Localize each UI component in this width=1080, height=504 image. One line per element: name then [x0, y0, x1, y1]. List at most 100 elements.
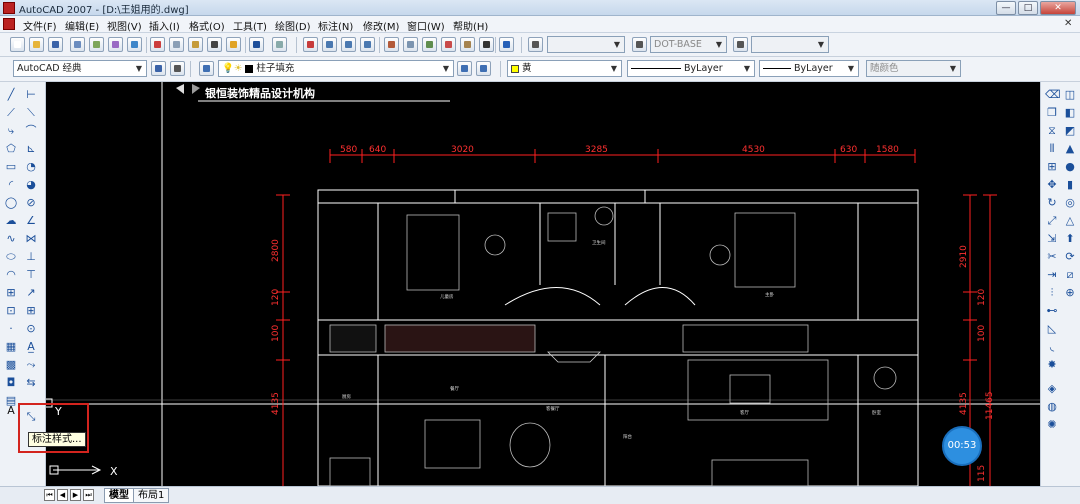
- zoom-window-icon[interactable]: [341, 37, 356, 52]
- aligned-dim-icon[interactable]: ⟍: [24, 106, 38, 120]
- make-current-layer-icon[interactable]: [457, 61, 472, 76]
- menu-format[interactable]: 格式(O): [189, 18, 225, 33]
- break-icon[interactable]: ⫶: [1045, 286, 1059, 300]
- help-icon[interactable]: [499, 37, 514, 52]
- menu-window[interactable]: 窗口(W): [407, 18, 445, 33]
- arc-icon[interactable]: ◜: [4, 178, 18, 192]
- undo-icon[interactable]: [249, 37, 264, 52]
- match-properties-icon[interactable]: [207, 37, 222, 52]
- menu-help[interactable]: 帮助(H): [453, 18, 488, 33]
- mirror-icon[interactable]: ⧖: [1045, 124, 1059, 138]
- first-tab-icon[interactable]: ⏮: [44, 489, 55, 501]
- redo-icon[interactable]: [272, 37, 287, 52]
- block-editor-icon[interactable]: [226, 37, 241, 52]
- make-block-icon[interactable]: ⊡: [4, 304, 18, 318]
- pyramid-icon[interactable]: △: [1063, 214, 1077, 228]
- move-icon[interactable]: ✥: [1045, 178, 1059, 192]
- arc-length-icon[interactable]: ⌒: [24, 124, 38, 138]
- tab-layout1[interactable]: 布局1: [133, 488, 170, 503]
- join-icon[interactable]: ⊷: [1045, 304, 1059, 318]
- construction-line-icon[interactable]: ⟋: [4, 106, 18, 120]
- tolerance-icon[interactable]: ⊞: [24, 304, 38, 318]
- extend-icon[interactable]: ⇥: [1045, 268, 1059, 282]
- gradient-icon[interactable]: ▩: [4, 358, 18, 372]
- box-icon[interactable]: ◧: [1063, 106, 1077, 120]
- menu-dimension[interactable]: 标注(N): [318, 18, 353, 33]
- dim-text-edit-icon[interactable]: ⤳: [24, 358, 38, 372]
- tab-model[interactable]: 模型: [104, 488, 134, 503]
- offset-icon[interactable]: ⫴: [1045, 142, 1059, 156]
- polyline-icon[interactable]: ⤷: [4, 124, 18, 138]
- restore-button[interactable]: □: [1018, 1, 1038, 15]
- trim-icon[interactable]: ✂: [1045, 250, 1059, 264]
- dim-edit-icon[interactable]: A̲: [24, 340, 38, 354]
- baseline-icon[interactable]: ⊥: [24, 250, 38, 264]
- table-style-select[interactable]: ▼: [751, 36, 829, 53]
- point-icon[interactable]: ·: [4, 322, 18, 336]
- close-button[interactable]: ✕: [1040, 1, 1076, 15]
- workspace-settings-icon[interactable]: [151, 61, 166, 76]
- angular-icon[interactable]: ∠: [24, 214, 38, 228]
- materials-icon[interactable]: ◍: [1045, 400, 1059, 414]
- polygon-icon[interactable]: ⬠: [4, 142, 18, 156]
- hatch-icon[interactable]: ▦: [4, 340, 18, 354]
- 3d-dwf-icon[interactable]: [127, 37, 142, 52]
- dim-style-select[interactable]: DOT-BASE ▼: [650, 36, 727, 53]
- ellipse-icon[interactable]: ⬭: [4, 250, 18, 264]
- menu-insert[interactable]: 插入(I): [149, 18, 180, 33]
- copy-object-icon[interactable]: ❐: [1045, 106, 1059, 120]
- center-mark-icon[interactable]: ⊙: [24, 322, 38, 336]
- copy-icon[interactable]: [169, 37, 184, 52]
- cut-icon[interactable]: [150, 37, 165, 52]
- linetype-select[interactable]: ByLayer ▼: [627, 60, 755, 77]
- wedge-icon[interactable]: ◩: [1063, 124, 1077, 138]
- text-style-select[interactable]: ▼: [547, 36, 625, 53]
- menu-file[interactable]: 文件(F): [23, 18, 57, 33]
- dim-update-icon[interactable]: ⇆: [24, 376, 38, 390]
- quickcalc-icon[interactable]: [479, 37, 494, 52]
- save-icon[interactable]: [48, 37, 63, 52]
- explode-icon[interactable]: ✸: [1045, 358, 1059, 372]
- sphere-icon[interactable]: ●: [1063, 160, 1077, 174]
- doc-close-icon[interactable]: ✕: [1064, 18, 1072, 29]
- quick-dim-icon[interactable]: ⋈: [24, 232, 38, 246]
- open-icon[interactable]: [29, 37, 44, 52]
- render-icon[interactable]: ◈: [1045, 382, 1059, 396]
- design-center-icon[interactable]: [403, 37, 418, 52]
- jogged-icon[interactable]: ◕: [24, 178, 38, 192]
- minimize-button[interactable]: —: [996, 1, 1016, 15]
- new-icon[interactable]: [10, 37, 25, 52]
- menu-view[interactable]: 视图(V): [107, 18, 142, 33]
- text-style-icon[interactable]: [528, 37, 543, 52]
- menu-edit[interactable]: 编辑(E): [65, 18, 99, 33]
- plot-icon[interactable]: [70, 37, 85, 52]
- workspace-save-icon[interactable]: [170, 61, 185, 76]
- insert-block-icon[interactable]: ⊞: [4, 286, 18, 300]
- layer-previous-icon[interactable]: [476, 61, 491, 76]
- stretch-icon[interactable]: ⇲: [1045, 232, 1059, 246]
- next-tab-icon[interactable]: ▶: [70, 489, 81, 501]
- rectangle-icon[interactable]: ▭: [4, 160, 18, 174]
- tool-palettes-icon[interactable]: [422, 37, 437, 52]
- spline-icon[interactable]: ∿: [4, 232, 18, 246]
- ordinate-icon[interactable]: ⊾: [24, 142, 38, 156]
- dim-style-icon[interactable]: [632, 37, 647, 52]
- multiline-text-icon[interactable]: A: [4, 404, 18, 418]
- quick-leader-icon[interactable]: ↗: [24, 286, 38, 300]
- autocad-app-icon[interactable]: [3, 2, 15, 14]
- layer-manager-icon[interactable]: [199, 61, 214, 76]
- erase-icon[interactable]: ⌫: [1045, 88, 1061, 102]
- rotate-icon[interactable]: ↻: [1045, 196, 1059, 210]
- color-select[interactable]: 黄 ▼: [507, 60, 622, 77]
- layer-select[interactable]: 💡☀ 柱子填充 ▼: [218, 60, 454, 77]
- revision-cloud-icon[interactable]: ☁: [4, 214, 18, 228]
- menu-draw[interactable]: 绘图(D): [275, 18, 311, 33]
- paste-icon[interactable]: [188, 37, 203, 52]
- workspace-select[interactable]: AutoCAD 经典 ▼: [13, 60, 147, 77]
- chamfer-icon[interactable]: ◺: [1045, 322, 1059, 336]
- properties-icon[interactable]: [384, 37, 399, 52]
- line-icon[interactable]: ╱: [4, 88, 18, 102]
- circle-icon[interactable]: ◯: [4, 196, 18, 210]
- continue-icon[interactable]: ⊤: [24, 268, 38, 282]
- lineweight-select[interactable]: ByLayer ▼: [759, 60, 859, 77]
